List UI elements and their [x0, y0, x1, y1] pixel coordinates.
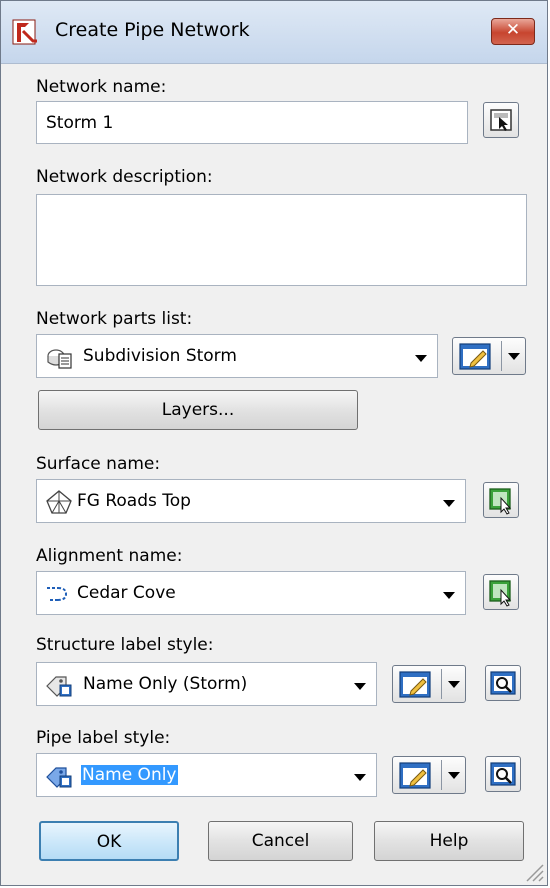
- ok-button[interactable]: OK: [39, 821, 179, 861]
- split-separator: [441, 669, 442, 699]
- structure-label-style-combo[interactable]: Name Only (Storm): [36, 662, 377, 706]
- pick-from-drawing-icon: [489, 488, 512, 515]
- layers-button-label: Layers...: [161, 400, 235, 420]
- selected-text: Name Only: [81, 765, 178, 785]
- alignment-value: Cedar Cove: [77, 583, 176, 603]
- name-template-button[interactable]: [483, 102, 519, 138]
- cancel-button-label: Cancel: [251, 831, 310, 851]
- split-separator: [441, 760, 442, 790]
- chevron-down-icon: [508, 353, 520, 360]
- title-bar[interactable]: Create Pipe Network ✕: [1, 1, 547, 64]
- chevron-down-icon: [443, 592, 455, 599]
- pipe-label-style-value: Name Only: [81, 765, 178, 785]
- label-style-icon: [46, 767, 72, 788]
- parts-list-label: Network parts list:: [36, 309, 193, 329]
- ok-button-label: OK: [96, 832, 122, 852]
- pipe-label-style-combo[interactable]: Name Only: [36, 753, 377, 797]
- structure-label-style-value: Name Only (Storm): [83, 674, 248, 694]
- edit-style-icon: [459, 343, 491, 370]
- close-button[interactable]: ✕: [491, 18, 535, 45]
- network-name-input[interactable]: Storm 1: [36, 101, 468, 144]
- surface-value: FG Roads Top: [77, 491, 191, 511]
- parts-list-combo[interactable]: Subdivision Storm: [36, 334, 438, 378]
- alignment-icon: [47, 587, 68, 601]
- alignment-combo[interactable]: Cedar Cove: [36, 571, 466, 615]
- help-button[interactable]: Help: [374, 821, 524, 861]
- chevron-down-icon: [354, 774, 366, 781]
- alignment-pick-button[interactable]: [483, 574, 519, 610]
- style-preview-icon: [490, 671, 516, 695]
- name-template-icon: [490, 109, 512, 131]
- network-description-label: Network description:: [36, 167, 213, 187]
- network-description-input[interactable]: [36, 194, 527, 286]
- create-pipe-network-dialog: Create Pipe Network ✕ Network name: Stor…: [0, 0, 548, 886]
- structure-style-edit-button[interactable]: [392, 665, 466, 703]
- surface-name-label: Surface name:: [36, 454, 161, 474]
- pipe-style-browse-button[interactable]: [485, 756, 521, 792]
- parts-list-edit-button[interactable]: [452, 337, 526, 375]
- network-name-label: Network name:: [36, 77, 167, 97]
- label-style-icon: [46, 676, 72, 697]
- split-separator: [501, 341, 502, 371]
- network-name-value: Storm 1: [46, 113, 114, 133]
- window-title: Create Pipe Network: [55, 19, 250, 41]
- surface-combo[interactable]: FG Roads Top: [36, 479, 466, 523]
- chevron-down-icon: [443, 500, 455, 507]
- structure-label-style-label: Structure label style:: [36, 635, 214, 655]
- civil3d-app-icon: [12, 19, 37, 45]
- chevron-down-icon: [448, 681, 460, 688]
- resize-grip-icon[interactable]: [521, 859, 545, 883]
- help-button-label: Help: [429, 831, 469, 851]
- chevron-down-icon: [415, 355, 427, 362]
- structure-style-browse-button[interactable]: [485, 665, 521, 701]
- pipe-label-style-label: Pipe label style:: [36, 728, 171, 748]
- chevron-down-icon: [448, 772, 460, 779]
- surface-pick-button[interactable]: [483, 482, 519, 518]
- pick-from-drawing-icon: [489, 580, 512, 607]
- edit-style-icon: [399, 671, 431, 698]
- close-icon: ✕: [505, 20, 521, 40]
- pipe-style-edit-button[interactable]: [392, 756, 466, 794]
- style-preview-icon: [490, 762, 516, 786]
- chevron-down-icon: [354, 683, 366, 690]
- alignment-name-label: Alignment name:: [36, 546, 183, 566]
- parts-list-value: Subdivision Storm: [83, 346, 237, 366]
- cancel-button[interactable]: Cancel: [208, 821, 353, 861]
- surface-icon: [46, 490, 72, 514]
- edit-style-icon: [399, 762, 431, 789]
- parts-list-icon: [47, 349, 72, 369]
- layers-button[interactable]: Layers...: [38, 390, 358, 430]
